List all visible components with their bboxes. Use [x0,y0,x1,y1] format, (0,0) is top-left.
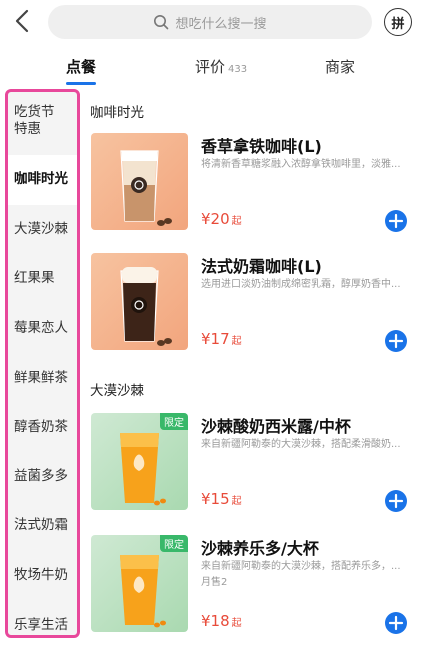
group-order-button[interactable]: 拼 [384,8,412,36]
plus-icon [388,213,404,229]
product-name: 沙棘养乐多/大杯 [201,539,319,558]
sidebar-item-probiotic[interactable]: 益菌多多 [8,468,77,485]
product-card[interactable]: 法式奶霜咖啡(L) 选用进口淡奶油制成绵密乳霜，醇厚奶香中... ¥17 起 [80,253,422,363]
section-title-coffee: 咖啡时光 [90,105,144,121]
back-icon[interactable] [8,6,38,36]
product-description: 来自新疆阿勒泰的大漠沙棘，搭配柔滑酸奶... [201,439,401,450]
product-card[interactable]: 限定 沙棘养乐多/大杯 来自新疆阿勒泰的大漠沙棘，搭配养乐多，... 月售2 ¥… [80,535,422,645]
sidebar-item-snack-festival[interactable]: 吃货节 特惠 [8,104,77,138]
category-sidebar: 吃货节 特惠 咖啡时光 大漠沙棘 红果果 莓果恋人 鲜果鲜茶 醇香奶茶 益菌多多… [5,89,80,638]
sidebar-item-coffee[interactable]: 咖啡时光 [8,155,77,205]
tab-reviews[interactable]: 评价 433 [195,56,247,77]
sidebar-item-seabuckthorn[interactable]: 大漠沙棘 [8,221,77,238]
product-description: 来自新疆阿勒泰的大漠沙棘，搭配养乐多，... [201,561,401,572]
tab-bar: 点餐 评价 433 商家 [0,52,422,88]
limited-badge: 限定 [160,413,188,430]
product-name: 香草拿铁咖啡(L) [201,137,322,156]
iced-coffee-cup-icon [120,267,172,346]
product-image [91,253,188,350]
product-image: 限定 [91,535,188,632]
tab-order-label: 点餐 [66,58,97,76]
search-bar[interactable]: 想吃什么搜一搜 [48,5,372,39]
product-image: 限定 [91,413,188,510]
plus-icon [388,615,404,631]
add-to-cart-button[interactable] [385,210,407,232]
limited-badge: 限定 [160,535,188,552]
sidebar-item-milk-tea[interactable]: 醇香奶茶 [8,419,77,436]
section-title-seabuckthorn: 大漠沙棘 [90,383,144,399]
price-suffix: 起 [231,496,242,507]
monthly-sales: 月售2 [201,577,228,588]
add-to-cart-button[interactable] [385,490,407,512]
tab-reviews-label: 评价 [195,58,226,76]
product-description: 选用进口淡奶油制成绵密乳霜，醇厚奶香中... [201,279,401,290]
sidebar-item-fresh-fruit-tea[interactable]: 鲜果鲜茶 [8,370,77,387]
product-name: 沙棘酸奶西米露/中杯 [201,417,351,436]
product-card[interactable]: 香草拿铁咖啡(L) 将清新香草糖浆融入浓醇拿铁咖啡里，淡雅... ¥20 起 [80,133,422,243]
search-placeholder: 想吃什么搜一搜 [175,16,267,32]
plus-icon [388,333,404,349]
product-price: ¥18 起 [201,612,242,630]
active-tab-indicator [66,82,96,85]
product-price: ¥17 起 [201,330,242,348]
price-value: ¥17 [201,330,230,348]
price-value: ¥20 [201,210,230,228]
product-name: 法式奶霜咖啡(L) [201,257,322,276]
tab-merchant[interactable]: 商家 [325,56,355,77]
tab-merchant-label: 商家 [325,58,356,76]
sidebar-item-enjoy-life[interactable]: 乐享生活 [8,617,77,634]
product-image [91,133,188,230]
product-price: ¥15 起 [201,490,242,508]
latte-cup-icon [120,150,172,226]
product-card[interactable]: 限定 沙棘酸奶西米露/中杯 来自新疆阿勒泰的大漠沙棘，搭配柔滑酸奶... ¥15… [80,413,422,523]
tab-order[interactable]: 点餐 [66,56,96,77]
plus-icon [388,493,404,509]
price-suffix: 起 [231,618,242,629]
sidebar-item-red-fruit[interactable]: 红果果 [8,270,77,287]
review-count: 433 [228,64,248,75]
sidebar-item-berry-lover[interactable]: 莓果恋人 [8,320,77,337]
top-bar: 想吃什么搜一搜 拼 [0,0,422,46]
add-to-cart-button[interactable] [385,330,407,352]
search-icon [154,15,169,30]
price-suffix: 起 [231,216,242,227]
product-price: ¥20 起 [201,210,242,228]
sidebar-item-ranch-milk[interactable]: 牧场牛奶 [8,567,77,584]
sidebar-item-french-cream[interactable]: 法式奶霜 [8,517,77,534]
price-value: ¥18 [201,612,230,630]
price-value: ¥15 [201,490,230,508]
add-to-cart-button[interactable] [385,612,407,634]
price-suffix: 起 [231,336,242,347]
product-description: 将清新香草糖浆融入浓醇拿铁咖啡里，淡雅... [201,159,401,170]
product-list: 咖啡时光 香草拿铁咖啡(L) 将清新香草糖浆融入浓醇拿铁咖啡里，淡雅... ¥2… [80,89,422,645]
